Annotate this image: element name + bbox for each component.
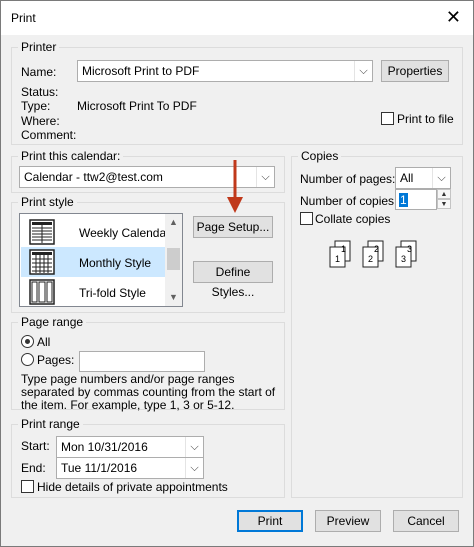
monthly-calendar-icon	[29, 249, 55, 275]
num-copies-spinner[interactable]: ▲ ▼	[437, 189, 451, 209]
start-label: Start:	[21, 439, 50, 453]
calendar-value: Calendar - ttw2@test.com	[24, 170, 163, 184]
print-dialog: Print ✕ Printer Name: Microsoft Print to…	[0, 0, 474, 547]
status-label: Status:	[21, 85, 59, 99]
calendar-group-label: Print this calendar:	[18, 149, 124, 163]
print-range-group-label: Print range	[18, 417, 83, 431]
where-label: Where:	[21, 114, 60, 128]
printer-group-label: Printer	[18, 40, 60, 54]
scroll-down-icon[interactable]: ▼	[165, 289, 182, 306]
window-title: Print	[11, 11, 36, 25]
type-label: Type:	[21, 99, 51, 113]
print-to-file-checkbox[interactable]	[381, 112, 394, 125]
type-value: Microsoft Print To PDF	[77, 99, 197, 113]
chevron-down-icon[interactable]: ⌵	[185, 437, 203, 457]
page-range-group-label: Page range	[18, 315, 87, 329]
collate-page-number: 3	[407, 244, 412, 254]
page-range-all-label[interactable]: All	[37, 335, 50, 349]
style-item-weekly[interactable]: Weekly Calendar S	[21, 217, 182, 247]
chevron-down-icon[interactable]: ⌵	[354, 61, 372, 81]
spin-up-icon[interactable]: ▲	[437, 189, 451, 199]
print-style-list[interactable]: Weekly Calendar S Monthly Style Tri-fold…	[19, 213, 183, 307]
num-copies-label: Number of copies:	[300, 194, 398, 208]
printer-name-value: Microsoft Print to PDF	[82, 64, 200, 78]
num-copies-value: 1	[399, 193, 408, 207]
page-range-pages-radio[interactable]	[21, 353, 34, 366]
collate-illustration: 1 1 2 2 3 3	[329, 240, 417, 268]
print-style-group-label: Print style	[18, 195, 77, 209]
page-range-pages-label[interactable]: Pages:	[37, 353, 74, 367]
printer-name-select[interactable]: Microsoft Print to PDF ⌵	[77, 60, 373, 82]
chevron-down-icon[interactable]: ⌵	[256, 167, 274, 187]
hide-private-label[interactable]: Hide details of private appointments	[37, 480, 228, 494]
spin-down-icon[interactable]: ▼	[437, 199, 451, 209]
style-item-monthly[interactable]: Monthly Style	[21, 247, 166, 277]
page-range-help-text: Type page numbers and/or page ranges sep…	[21, 372, 276, 412]
page-setup-button[interactable]: Page Setup...	[193, 216, 273, 238]
cancel-button[interactable]: Cancel	[393, 510, 459, 532]
copies-group-label: Copies	[298, 149, 342, 163]
num-pages-select[interactable]: All ⌵	[395, 167, 451, 189]
num-copies-input[interactable]: 1	[395, 189, 437, 210]
title-bar: Print ✕	[1, 1, 473, 35]
collate-page-number: 2	[374, 244, 379, 254]
printer-name-label: Name:	[21, 65, 57, 79]
num-pages-value: All	[400, 171, 414, 185]
trifold-calendar-icon	[29, 279, 55, 305]
collate-page-number: 3	[401, 254, 406, 264]
style-item-label: Monthly Style	[79, 256, 152, 270]
collate-page-number: 1	[341, 244, 346, 254]
collate-page-number: 2	[368, 254, 373, 264]
end-date-select[interactable]: Tue 11/1/2016 ⌵	[56, 457, 204, 479]
print-to-file-label[interactable]: Print to file	[397, 112, 454, 126]
chevron-down-icon[interactable]: ⌵	[432, 168, 450, 188]
style-list-scrollbar[interactable]: ▲ ▼	[165, 214, 182, 306]
scroll-thumb[interactable]	[167, 248, 180, 270]
num-pages-label: Number of pages:	[300, 172, 396, 186]
define-styles-button[interactable]: Define Styles...	[193, 261, 273, 299]
page-range-all-radio[interactable]	[21, 335, 34, 348]
collate-label[interactable]: Collate copies	[315, 212, 390, 226]
preview-button[interactable]: Preview	[315, 510, 381, 532]
hide-private-checkbox[interactable]	[21, 480, 34, 493]
scroll-up-icon[interactable]: ▲	[165, 214, 182, 231]
style-item-trifold[interactable]: Tri-fold Style	[21, 277, 166, 306]
pages-input[interactable]	[79, 351, 205, 372]
collate-page-number: 1	[335, 254, 340, 264]
weekly-calendar-icon	[29, 219, 55, 245]
start-date-select[interactable]: Mon 10/31/2016 ⌵	[56, 436, 204, 458]
end-label: End:	[21, 461, 46, 475]
collate-checkbox[interactable]	[300, 212, 313, 225]
properties-button[interactable]: Properties	[381, 60, 449, 82]
chevron-down-icon[interactable]: ⌵	[185, 458, 203, 478]
start-date-value: Mon 10/31/2016	[61, 440, 148, 454]
comment-label: Comment:	[21, 128, 77, 142]
style-item-label: Tri-fold Style	[79, 286, 146, 300]
annotation-arrow-icon	[227, 160, 243, 213]
end-date-value: Tue 11/1/2016	[61, 461, 138, 475]
close-icon[interactable]: ✕	[446, 7, 461, 27]
print-button[interactable]: Print	[237, 510, 303, 532]
